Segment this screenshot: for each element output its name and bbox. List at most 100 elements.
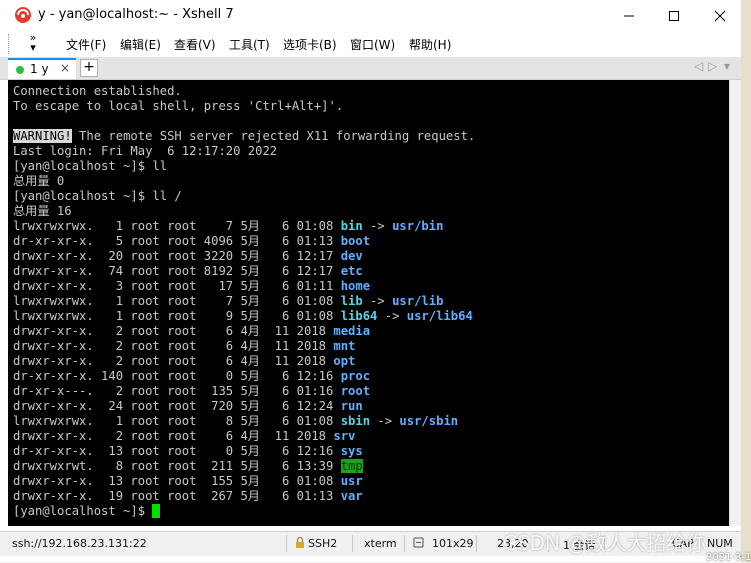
terminal-line: Last login: Fri May 6 12:17:20 2022 — [13, 144, 278, 158]
symlink-target: usr/lib64 — [406, 309, 473, 323]
listing-row: dr-xr-xr-x. 140 root root 0 5月 6 12:16 p… — [13, 369, 370, 384]
listing-meta: drwxr-xr-x. 20 root root 3220 5月 6 12:17 — [13, 249, 341, 263]
close-button[interactable] — [697, 0, 743, 31]
terminal-cursor — [152, 504, 161, 518]
listing-row: drwxr-xr-x. 20 root root 3220 5月 6 12:17… — [13, 249, 363, 264]
symlink-target: usr/lib — [392, 294, 444, 308]
listing-entry-name: media — [333, 324, 371, 338]
toolbar-overflow-chevron-icon[interactable]: » ▾ — [26, 32, 40, 54]
terminal-line: To escape to local shell, press 'Ctrl+Al… — [13, 99, 344, 113]
listing-meta: drwxr-xr-x. 2 root root 6 4月 11 2018 — [13, 339, 334, 353]
listing-row: drwxr-xr-x. 2 root root 6 4月 11 2018 opt — [13, 354, 355, 369]
menu-window[interactable]: 窗口(W) — [350, 36, 395, 53]
listing-meta: lrwxrwxrwx. 1 root root 7 5月 6 01:08 — [13, 294, 341, 308]
terminal-line: Connection established. — [13, 84, 182, 98]
listing-meta: lrwxrwxrwx. 1 root root 7 5月 6 01:08 — [13, 219, 341, 233]
status-num-lock: NUM — [707, 537, 733, 550]
close-icon — [714, 10, 726, 21]
symlink-target: usr/sbin — [399, 414, 459, 428]
listing-meta: lrwxrwxrwx. 1 root root 9 5月 6 01:08 — [13, 309, 341, 323]
symlink-arrow: -> — [362, 294, 393, 308]
menu-tabs[interactable]: 选项卡(B) — [283, 36, 337, 53]
listing-row: drwxr-xr-x. 24 root root 720 5月 6 12:24 … — [13, 399, 363, 414]
menu-bar: » ▾ 文件(F) 编辑(E) 查看(V) 工具(T) 选项卡(B) 窗口(W) … — [0, 31, 741, 57]
listing-row: dr-xr-xr-x. 5 root root 4096 5月 6 01:13 … — [13, 234, 370, 249]
listing-meta: drwxr-xr-x. 74 root root 8192 5月 6 12:17 — [13, 264, 341, 278]
listing-meta: drwxr-xr-x. 2 root root 6 4月 11 2018 — [13, 429, 334, 443]
tab-bar: 1 y × + ◁ ▷ ▾ — [0, 57, 741, 80]
listing-row: dr-xr-xr-x. 13 root root 0 5月 6 12:16 sy… — [13, 444, 363, 459]
listing-entry-name: bin — [340, 219, 363, 233]
csdn-watermark: CSDN @敌人大招给你 — [503, 531, 707, 555]
terminal-prompt-line: [yan@localhost ~]$ — [13, 504, 161, 519]
listing-entry-name: root — [340, 384, 371, 398]
terminal-output[interactable]: Connection established. To escape to loc… — [8, 80, 729, 526]
minimize-icon — [624, 15, 634, 16]
symlink-target: usr/bin — [392, 219, 444, 233]
warning-message: The remote SSH server rejected X11 forwa… — [71, 129, 476, 143]
terminal-line: [yan@localhost ~]$ ll — [13, 159, 168, 173]
title-bar[interactable]: y - yan@localhost:~ - Xshell 7 — [0, 0, 741, 31]
menu-tools[interactable]: 工具(T) — [229, 36, 270, 53]
terminal-line: 总用量 16 — [13, 204, 72, 218]
shell-prompt: [yan@localhost ~]$ — [13, 504, 153, 518]
listing-entry-name: tmp — [340, 459, 363, 473]
menu-file[interactable]: 文件(F) — [66, 36, 106, 53]
listing-row: dr-xr-x---. 2 root root 135 5月 6 01:16 r… — [13, 384, 370, 399]
tab-prev-icon[interactable]: ◁ — [694, 59, 703, 73]
lock-icon — [296, 536, 304, 548]
menu-view[interactable]: 查看(V) — [174, 36, 216, 53]
maximize-button[interactable] — [651, 0, 697, 31]
listing-meta: dr-xr-x---. 2 root root 135 5月 6 01:16 — [13, 384, 341, 398]
toolbar-dropdown-glyph: ▾ — [30, 41, 36, 54]
listing-row: drwxr-xr-x. 2 root root 6 4月 11 2018 med… — [13, 324, 370, 339]
listing-entry-name: boot — [340, 234, 371, 248]
listing-row: lrwxrwxrwx. 1 root root 9 5月 6 01:08 lib… — [13, 309, 473, 324]
status-terminal-type: xterm — [364, 537, 397, 550]
menu-edit[interactable]: 编辑(E) — [120, 36, 161, 53]
listing-entry-name: proc — [340, 369, 371, 383]
status-divider — [476, 535, 477, 552]
status-divider — [404, 535, 405, 552]
listing-meta: lrwxrwxrwx. 1 root root 8 5月 6 01:08 — [13, 414, 341, 428]
listing-meta: drwxr-xr-x. 13 root root 155 5月 6 01:08 — [13, 474, 341, 488]
desktop-background-strip — [741, 0, 751, 562]
listing-entry-name: run — [340, 399, 363, 413]
tab-close-icon[interactable]: × — [60, 61, 70, 75]
listing-row: drwxr-xr-x. 3 root root 17 5月 6 01:11 ho… — [13, 279, 370, 294]
menu-help[interactable]: 帮助(H) — [409, 36, 451, 53]
symlink-arrow: -> — [377, 309, 407, 323]
status-divider — [352, 535, 353, 552]
status-size: 101x29 — [432, 537, 474, 550]
symlink-arrow: -> — [362, 219, 393, 233]
listing-meta: drwxr-xr-x. 3 root root 17 5月 6 01:11 — [13, 279, 341, 293]
status-host: ssh://192.168.23.131:22 — [12, 537, 147, 550]
listing-row: lrwxrwxrwx. 1 root root 7 5月 6 01:08 bin… — [13, 219, 443, 234]
status-protocol: SSH2 — [308, 537, 338, 550]
listing-meta: dr-xr-xr-x. 5 root root 4096 5月 6 01:13 — [13, 234, 341, 248]
listing-row: drwxr-xr-x. 2 root root 6 4月 11 2018 srv — [13, 429, 355, 444]
terminal-scrollbar[interactable] — [729, 80, 741, 526]
listing-meta: drwxrwxrwt. 8 root root 211 5月 6 13:39 — [13, 459, 341, 473]
xshell-window: y - yan@localhost:~ - Xshell 7 » ▾ 文件(F) … — [0, 0, 741, 562]
status-size-icon — [413, 537, 424, 551]
listing-row: drwxrwxrwt. 8 root root 211 5月 6 13:39 t… — [13, 459, 363, 474]
new-tab-button[interactable]: + — [80, 59, 98, 77]
minimize-button[interactable] — [606, 0, 652, 31]
listing-entry-name: mnt — [333, 339, 356, 353]
maximize-icon — [669, 10, 679, 21]
listing-entry-name: opt — [333, 354, 356, 368]
toolbar-grip[interactable] — [8, 34, 11, 54]
listing-row: lrwxrwxrwx. 1 root root 8 5月 6 01:08 sbi… — [13, 414, 458, 429]
tab-next-icon[interactable]: ▷ — [708, 59, 717, 73]
listing-meta: drwxr-xr-x. 24 root root 720 5月 6 12:24 — [13, 399, 341, 413]
tab-list-icon[interactable]: ▾ — [724, 59, 730, 73]
warning-label: WARNING! — [13, 129, 72, 143]
desktop-date-fragment: 2021-3-1 — [706, 552, 751, 563]
listing-meta: drwxr-xr-x. 2 root root 6 4月 11 2018 — [13, 354, 334, 368]
window-title: y - yan@localhost:~ - Xshell 7 — [38, 7, 234, 22]
tab-label: 1 y — [30, 62, 49, 76]
terminal-line: [yan@localhost ~]$ ll / — [13, 189, 182, 203]
listing-entry-name: lib64 — [340, 309, 378, 323]
tab-session-1[interactable]: 1 y × — [8, 58, 76, 79]
